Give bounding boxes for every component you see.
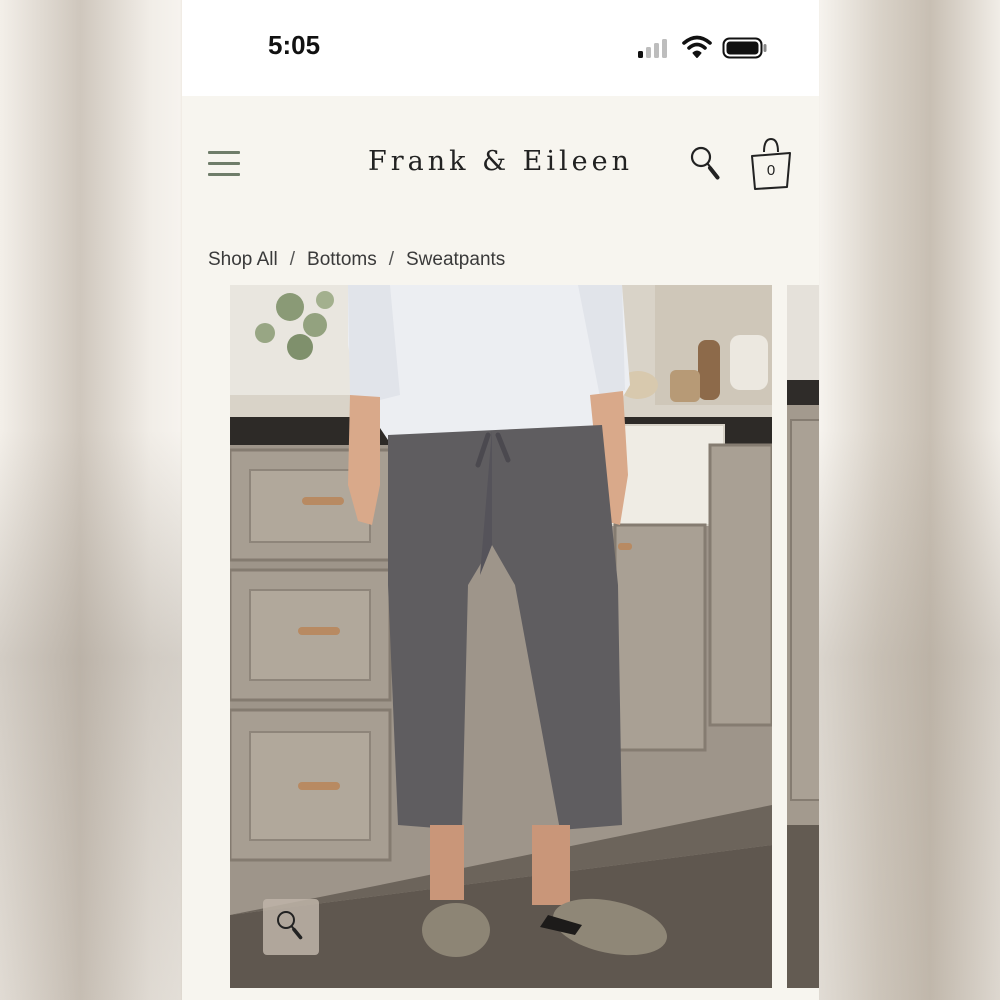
battery-icon xyxy=(722,37,767,59)
product-gallery[interactable] xyxy=(182,285,819,1000)
product-photo-illustration xyxy=(230,285,772,988)
zoom-button[interactable] xyxy=(263,899,319,955)
cart-count-badge: 0 xyxy=(766,162,776,179)
cart-button[interactable]: 0 xyxy=(748,136,794,192)
product-image[interactable] xyxy=(230,285,772,988)
next-photo-illustration xyxy=(787,285,819,988)
site-header: Frank & Eileen 0 xyxy=(182,96,819,236)
search-button[interactable] xyxy=(688,144,724,184)
status-time: 5:05 xyxy=(268,30,321,60)
hamburger-menu-icon xyxy=(208,151,240,154)
magnifier-icon xyxy=(690,146,720,180)
breadcrumb-shop-all[interactable]: Shop All xyxy=(208,249,278,271)
breadcrumb-separator: / xyxy=(289,249,296,270)
breadcrumb-separator: / xyxy=(388,249,394,270)
phone-screen: 5:05 Frank & Eileen 0 Shop All / Bottoms… xyxy=(182,0,819,1000)
breadcrumb: Shop All / Bottoms / Sweatpants xyxy=(208,247,505,273)
hamburger-line xyxy=(208,173,240,176)
status-bar: 5:05 xyxy=(182,0,819,96)
hamburger-line xyxy=(208,162,240,165)
next-product-image-peek[interactable] xyxy=(787,285,819,988)
breadcrumb-bottoms[interactable]: Bottoms xyxy=(307,249,377,271)
menu-button[interactable] xyxy=(206,151,242,177)
wifi-icon xyxy=(682,35,712,58)
cellular-signal-icon xyxy=(638,38,672,58)
magnifier-icon xyxy=(277,911,303,940)
brand-logo[interactable]: Frank & Eileen xyxy=(368,146,633,177)
breadcrumb-sweatpants: Sweatpants xyxy=(406,249,506,270)
